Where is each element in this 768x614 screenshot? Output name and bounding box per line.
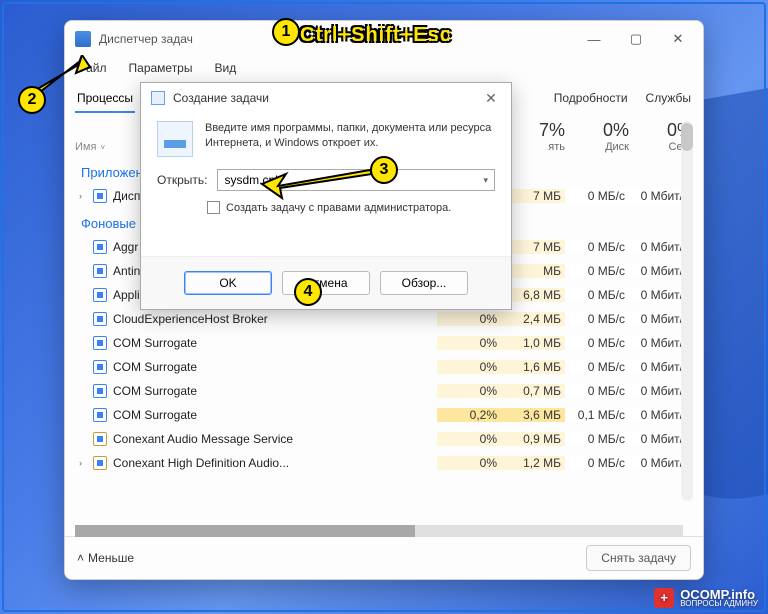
window-title: Диспетчер задач [99, 32, 193, 46]
process-row[interactable]: COM Surrogate0%0,7 МБ0 МБ/с0 Мбит/с [75, 379, 693, 403]
dialog-title: Создание задачи [173, 91, 269, 105]
menu-view[interactable]: Вид [210, 59, 240, 77]
menubar: Файл Параметры Вид [65, 57, 703, 79]
horizontal-scrollbar[interactable] [75, 525, 683, 537]
process-cpu: 0% [437, 456, 501, 470]
process-icon [93, 432, 107, 446]
process-cpu: 0,2% [437, 408, 501, 422]
process-memory: 0,9 МБ [501, 432, 565, 446]
watermark: + OCOMP.info ВОПРОСЫ АДМИНУ [654, 587, 758, 608]
app-icon [75, 31, 91, 47]
process-name: COM Surrogate [113, 360, 437, 374]
process-name: CloudExperienceHost Broker [113, 312, 437, 326]
chevron-up-icon: ˄ [77, 551, 84, 565]
process-icon [93, 264, 107, 278]
menu-options[interactable]: Параметры [125, 59, 197, 77]
process-row[interactable]: COM Surrogate0%1,6 МБ0 МБ/с0 Мбит/с [75, 355, 693, 379]
process-cpu: 0% [437, 336, 501, 350]
process-row[interactable]: CloudExperienceHost Broker0%2,4 МБ0 МБ/с… [75, 307, 693, 331]
tab-services[interactable]: Службы [644, 87, 693, 113]
admin-checkbox[interactable] [207, 201, 220, 214]
process-icon [93, 456, 107, 470]
maximize-button[interactable]: ▢ [615, 24, 657, 54]
fewer-details-button[interactable]: ˄ Меньше [77, 551, 134, 565]
col-disk[interactable]: 0% Диск [565, 120, 629, 153]
dropdown-icon[interactable]: ▾ [483, 175, 488, 186]
process-cpu: 0% [437, 312, 501, 326]
dialog-titlebar: Создание задачи ✕ [141, 83, 511, 113]
process-disk: 0 МБ/с [565, 456, 629, 470]
process-disk: 0 МБ/с [565, 288, 629, 302]
process-memory: 1,0 МБ [501, 336, 565, 350]
process-disk: 0 МБ/с [565, 264, 629, 278]
expand-icon[interactable]: › [79, 458, 89, 468]
process-disk: 0,1 МБ/с [565, 408, 629, 422]
expand-icon[interactable]: › [79, 191, 89, 201]
process-icon [93, 336, 107, 350]
process-name: Conexant Audio Message Service [113, 432, 437, 446]
process-disk: 0 МБ/с [565, 360, 629, 374]
process-memory: 1,6 МБ [501, 360, 565, 374]
process-memory: 3,6 МБ [501, 408, 565, 422]
process-name: COM Surrogate [113, 384, 437, 398]
end-task-button[interactable]: Снять задачу [586, 545, 691, 571]
process-icon [93, 240, 107, 254]
footer: ˄ Меньше Снять задачу [65, 536, 703, 579]
process-icon [93, 312, 107, 326]
run-big-icon [157, 121, 193, 157]
ok-button[interactable]: OK [184, 271, 272, 295]
annotation-step-1: 1 [272, 18, 300, 46]
process-disk: 0 МБ/с [565, 312, 629, 326]
process-disk: 0 МБ/с [565, 189, 629, 203]
dialog-close-button[interactable]: ✕ [477, 90, 505, 107]
process-disk: 0 МБ/с [565, 240, 629, 254]
vertical-scrollbar[interactable] [681, 121, 693, 501]
process-name: COM Surrogate [113, 336, 437, 350]
process-disk: 0 МБ/с [565, 336, 629, 350]
annotation-step-3: 3 [370, 156, 398, 184]
process-icon [93, 384, 107, 398]
process-row[interactable]: › Conexant High Definition Audio...0%1,2 … [75, 451, 693, 475]
process-cpu: 0% [437, 360, 501, 374]
process-name: Conexant High Definition Audio... [113, 456, 437, 470]
browse-button[interactable]: Обзор... [380, 271, 468, 295]
process-row[interactable]: COM Surrogate0,2%3,6 МБ0,1 МБ/с0 Мбит/с [75, 403, 693, 427]
annotation-step-2: 2 [18, 86, 46, 114]
process-disk: 0 МБ/с [565, 432, 629, 446]
minimize-button[interactable]: — [573, 24, 615, 54]
process-row[interactable]: Conexant Audio Message Service0%0,9 МБ0 … [75, 427, 693, 451]
process-cpu: 0% [437, 384, 501, 398]
process-row[interactable]: COM Surrogate0%1,0 МБ0 МБ/с0 Мбит/с [75, 331, 693, 355]
process-icon [93, 288, 107, 302]
open-label: Открыть: [157, 173, 207, 187]
process-icon [93, 408, 107, 422]
process-memory: 2,4 МБ [501, 312, 565, 326]
process-memory: 0,7 МБ [501, 384, 565, 398]
process-cpu: 0% [437, 432, 501, 446]
annotation-step-4: 4 [294, 278, 322, 306]
annotation-hotkey: Ctrl+Shift+Esc [300, 24, 452, 47]
process-icon [93, 360, 107, 374]
plus-icon: + [654, 588, 674, 608]
process-icon [93, 189, 107, 203]
dialog-description: Введите имя программы, папки, документа … [205, 121, 495, 157]
process-disk: 0 МБ/с [565, 384, 629, 398]
close-button[interactable]: ✕ [657, 24, 699, 54]
tab-details[interactable]: Подробности [552, 87, 630, 113]
run-icon [151, 91, 165, 105]
process-memory: 1,2 МБ [501, 456, 565, 470]
process-name: COM Surrogate [113, 408, 437, 422]
